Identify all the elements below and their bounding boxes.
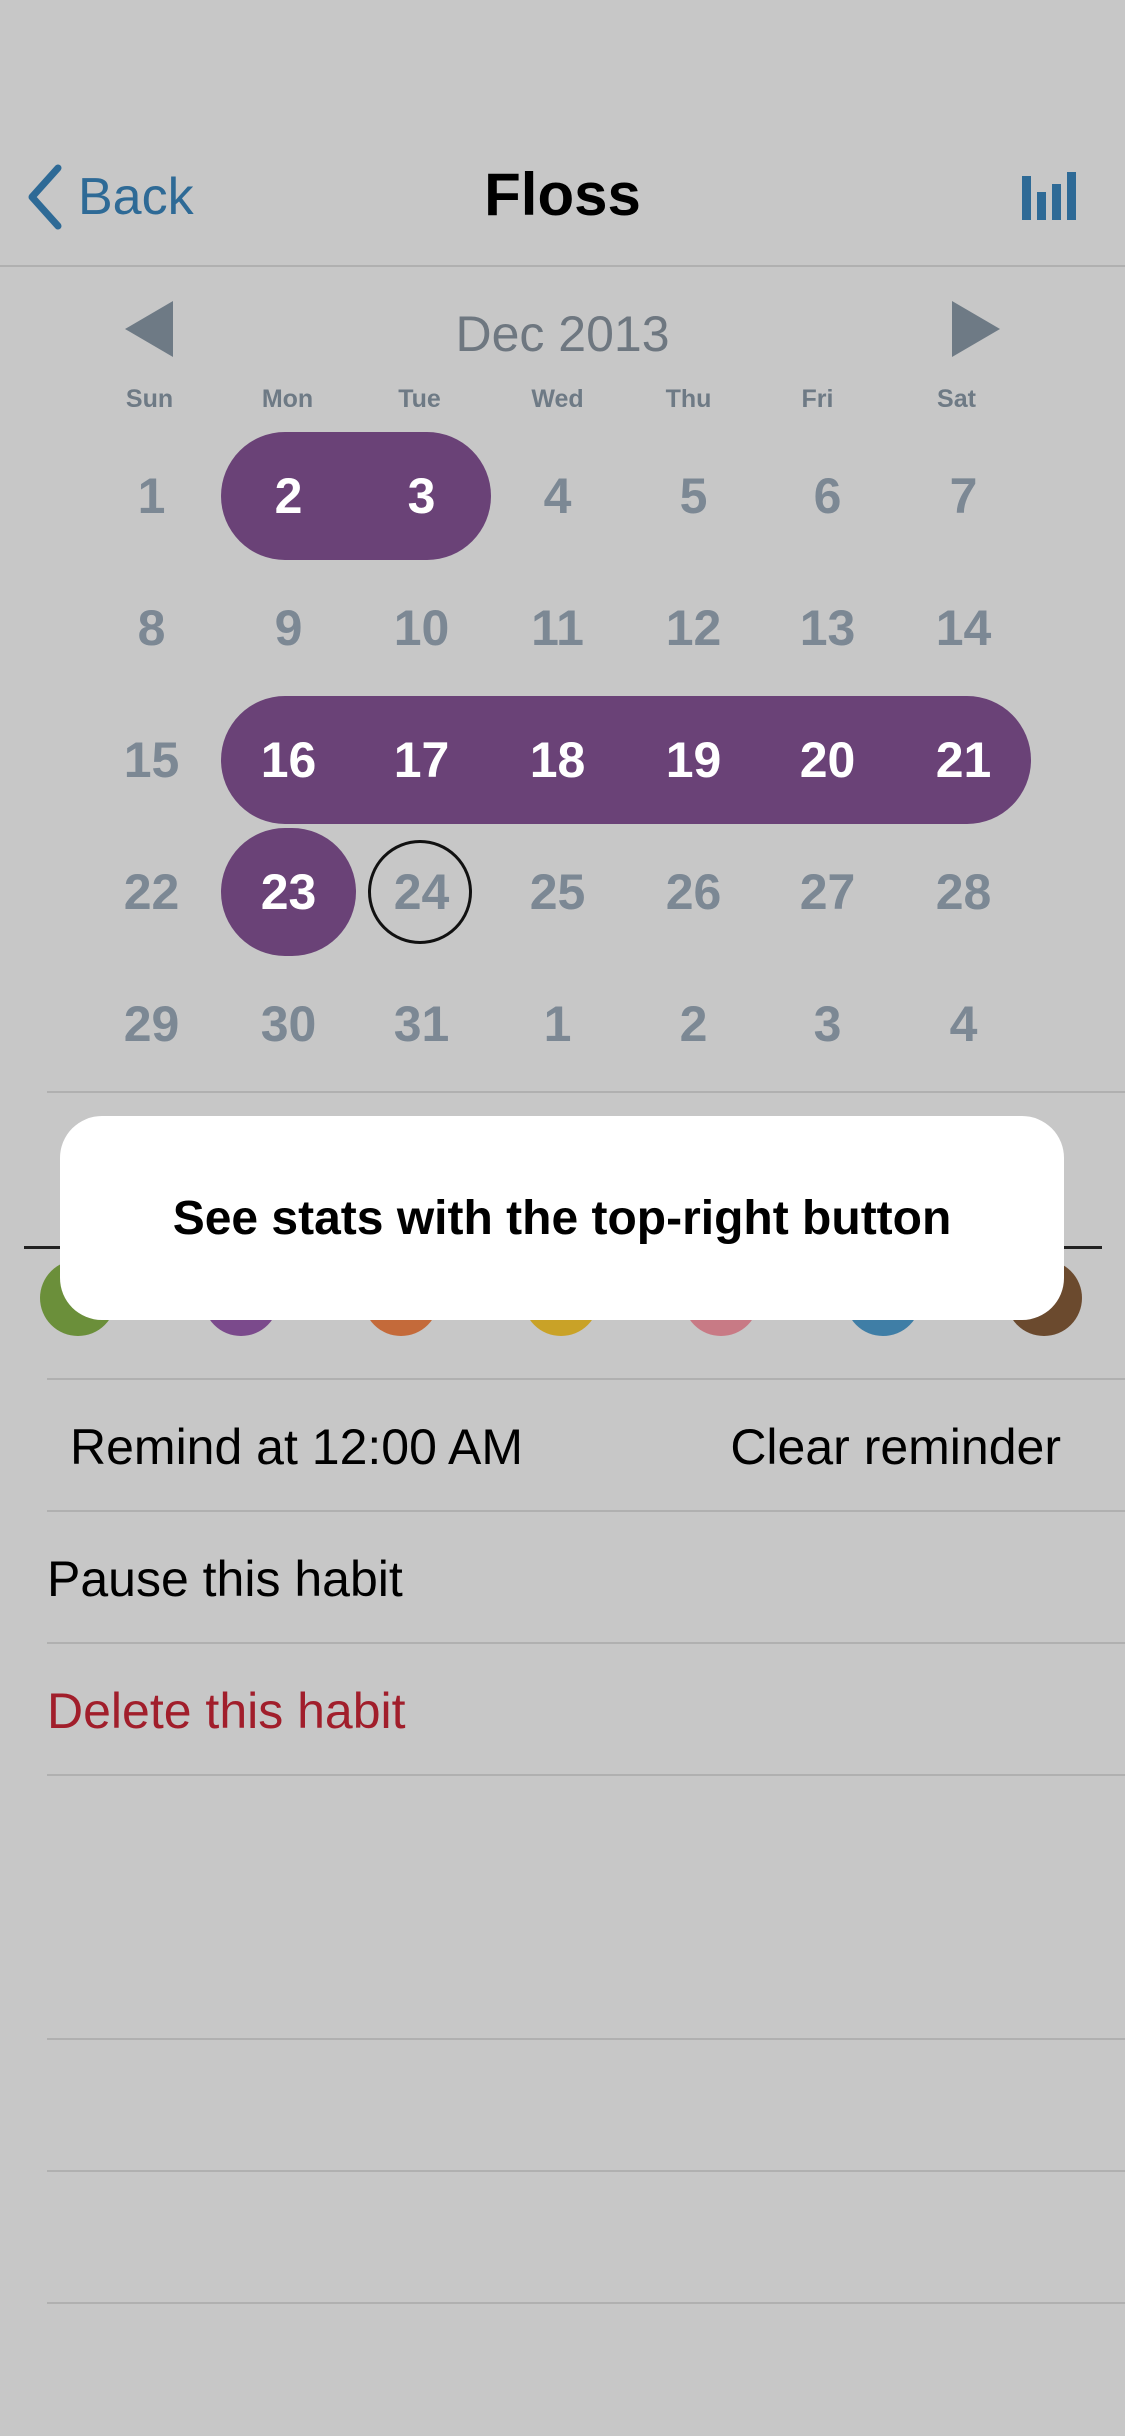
divider xyxy=(47,1091,1125,1093)
calendar-day[interactable]: 26 xyxy=(626,828,761,956)
calendar-day-completed[interactable]: 21 xyxy=(896,696,1031,824)
weekday-tue: Tue xyxy=(398,385,441,413)
tip-message: See stats with the top-right button xyxy=(172,1191,952,1245)
divider xyxy=(47,1642,1125,1644)
calendar-day[interactable]: 29 xyxy=(84,960,219,1088)
calendar-day[interactable]: 13 xyxy=(760,564,895,692)
delete-habit-button[interactable]: Delete this habit xyxy=(47,1682,406,1740)
divider xyxy=(47,1378,1125,1380)
calendar-day[interactable]: 2 xyxy=(626,960,761,1088)
clear-reminder-button[interactable]: Clear reminder xyxy=(730,1418,1061,1476)
calendar-day-completed[interactable]: 3 xyxy=(354,432,489,560)
pause-habit-button[interactable]: Pause this habit xyxy=(47,1550,403,1608)
calendar-day[interactable]: 11 xyxy=(490,564,625,692)
divider xyxy=(47,1510,1125,1512)
divider xyxy=(47,2170,1125,2172)
divider xyxy=(47,2038,1125,2040)
weekday-mon: Mon xyxy=(261,385,314,413)
calendar-day[interactable]: 12 xyxy=(626,564,761,692)
calendar-day[interactable]: 25 xyxy=(490,828,625,956)
weekday-fri: Fri xyxy=(801,385,834,413)
calendar-day-completed[interactable]: 23 xyxy=(221,828,356,956)
calendar-day[interactable]: 4 xyxy=(896,960,1031,1088)
calendar-day[interactable]: 6 xyxy=(760,432,895,560)
calendar-day[interactable]: 15 xyxy=(84,696,219,824)
calendar-day[interactable]: 7 xyxy=(896,432,1031,560)
calendar-day[interactable]: 1 xyxy=(490,960,625,1088)
stats-icon[interactable] xyxy=(1020,172,1078,220)
divider xyxy=(47,2302,1125,2304)
calendar-day-completed[interactable]: 19 xyxy=(626,696,761,824)
calendar-day-today[interactable]: 24 xyxy=(354,828,489,956)
calendar-day[interactable]: 10 xyxy=(354,564,489,692)
calendar-day-completed[interactable]: 17 xyxy=(354,696,489,824)
calendar-day[interactable]: 31 xyxy=(354,960,489,1088)
calendar-day[interactable]: 28 xyxy=(896,828,1031,956)
remind-time-button[interactable]: Remind at 12:00 AM xyxy=(70,1418,523,1476)
weekday-wed: Wed xyxy=(531,385,584,413)
calendar-day[interactable]: 5 xyxy=(626,432,761,560)
calendar-day[interactable]: 4 xyxy=(490,432,625,560)
tip-toast[interactable]: See stats with the top-right button xyxy=(60,1116,1064,1320)
calendar-day[interactable]: 1 xyxy=(84,432,219,560)
weekday-sat: Sat xyxy=(937,385,976,413)
navigation-bar: Back Floss xyxy=(0,0,1125,267)
weekday-sun: Sun xyxy=(125,385,174,413)
month-header: Dec 2013 xyxy=(0,295,1125,375)
calendar-day-completed[interactable]: 20 xyxy=(760,696,895,824)
calendar-day[interactable]: 14 xyxy=(896,564,1031,692)
calendar-day[interactable]: 22 xyxy=(84,828,219,956)
weekday-thu: Thu xyxy=(665,385,712,413)
divider xyxy=(47,1774,1125,1776)
next-month-icon[interactable] xyxy=(952,301,1000,357)
page-title: Floss xyxy=(484,161,641,228)
calendar-day[interactable]: 3 xyxy=(760,960,895,1088)
calendar-day-completed[interactable]: 16 xyxy=(221,696,356,824)
calendar-day-completed[interactable]: 18 xyxy=(490,696,625,824)
calendar-day[interactable]: 27 xyxy=(760,828,895,956)
calendar-day[interactable]: 9 xyxy=(221,564,356,692)
calendar-day[interactable]: 30 xyxy=(221,960,356,1088)
calendar-day-completed[interactable]: 2 xyxy=(221,432,356,560)
calendar-day[interactable]: 8 xyxy=(84,564,219,692)
